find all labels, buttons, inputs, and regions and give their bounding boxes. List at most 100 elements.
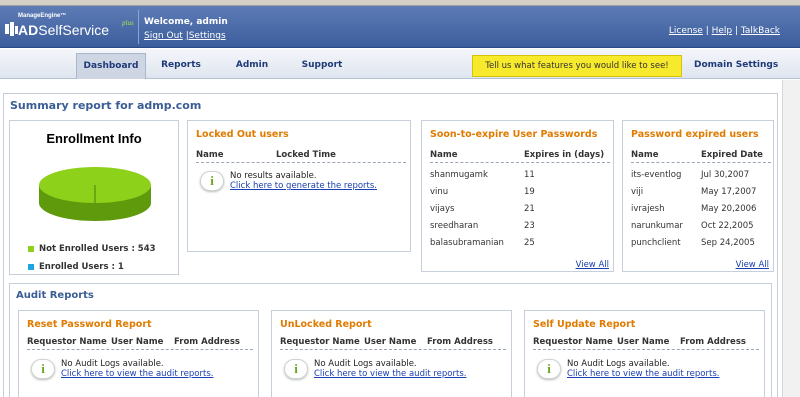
expire-view-all-link[interactable]: View All [576, 260, 609, 270]
legend-not-enrolled: Not Enrolled Users : 543 [28, 244, 156, 254]
list-item: narunkumar [631, 221, 683, 231]
legend-enrolled: Enrolled Users : 1 [28, 262, 124, 272]
summary-title: Summary report for admp.com [10, 99, 202, 112]
col-requestor-name: Requestor Name [27, 337, 107, 347]
unlocked-report-panel: UnLocked Report Requestor Name User Name… [271, 310, 512, 397]
list-item: sreedharan [430, 221, 479, 231]
welcome-text: Welcome, admin [144, 17, 228, 27]
legend-swatch-blue [28, 263, 34, 270]
reset-password-title: Reset Password Report [27, 319, 152, 330]
view-audit-reports-link[interactable]: Click here to view the audit reports. [61, 369, 213, 379]
col-from-address: From Address [427, 337, 493, 347]
list-item: viji [631, 187, 644, 197]
list-item-value: Sep 24,2005 [701, 238, 755, 248]
expire-col-name: Name [430, 150, 458, 160]
view-audit-reports-link[interactable]: Click here to view the audit reports. [567, 369, 719, 379]
unlocked-title: UnLocked Report [280, 319, 372, 330]
audit-reports-section: Audit Reports Reset Password Report Requ… [9, 283, 772, 397]
top-links: License | Help | TalkBack [668, 26, 780, 36]
info-icon: i [200, 171, 224, 191]
talkback-link[interactable]: TalkBack [741, 26, 780, 36]
info-icon: i [284, 359, 308, 379]
tab-dashboard[interactable]: Dashboard [76, 53, 146, 79]
enrollment-title: Enrollment Info [46, 131, 142, 146]
expired-col-name: Name [631, 150, 659, 160]
audit-message: i No Audit Logs available. Click here to… [31, 359, 213, 379]
self-update-report-panel: Self Update Report Requestor Name User N… [524, 310, 765, 397]
app-header: ManageEngine™ ADSelfService plus Welcome… [0, 6, 800, 48]
audit-msg-text: No Audit Logs available. [567, 359, 670, 369]
locked-out-panel: Locked Out users Name Locked Time i No r… [187, 120, 411, 252]
list-item: its-eventlog [631, 170, 682, 180]
enrollment-panel: Enrollment Info Not Enrolled Users : 543… [9, 120, 179, 275]
list-item: vijays [430, 204, 455, 214]
sign-out-link[interactable]: Sign Out [144, 31, 183, 41]
feature-request-banner[interactable]: Tell us what features you would like to … [472, 55, 682, 77]
info-icon: i [537, 359, 561, 379]
audit-divider [27, 349, 253, 350]
list-item-value: 21 [524, 204, 535, 214]
locked-msg-text: No results available. [230, 171, 317, 181]
legend-swatch-green [28, 245, 34, 252]
header-divider [138, 10, 139, 44]
expired-view-all-link[interactable]: View All [736, 260, 769, 270]
view-audit-reports-link[interactable]: Click here to view the audit reports. [314, 369, 466, 379]
brand-plus: plus [122, 19, 134, 27]
audit-message: i No Audit Logs available. Click here to… [284, 359, 466, 379]
info-icon: i [31, 359, 55, 379]
audit-divider [280, 349, 506, 350]
audit-message: i No Audit Logs available. Click here to… [537, 359, 719, 379]
col-from-address: From Address [174, 337, 240, 347]
list-item-value: Jul 30,2007 [701, 170, 750, 180]
col-from-address: From Address [680, 337, 746, 347]
col-user-name: User Name [617, 337, 670, 347]
help-link[interactable]: Help [712, 26, 733, 36]
list-item-value: 11 [524, 170, 535, 180]
expire-col-days: Expires in (days) [524, 150, 605, 160]
list-item-value: 19 [524, 187, 535, 197]
expired-title: Password expired users [631, 129, 759, 140]
list-item: balasubramanian [430, 238, 504, 248]
generate-reports-link[interactable]: Click here to generate the reports. [230, 181, 377, 191]
adselfservice-logo[interactable]: ManageEngine™ ADSelfService plus [4, 11, 137, 45]
expired-col-date: Expired Date [701, 150, 763, 160]
expire-title: Soon-to-expire User Passwords [430, 129, 598, 140]
window-scroll-edge[interactable] [782, 80, 800, 397]
settings-link[interactable]: |Settings [186, 31, 226, 41]
audit-reports-title: Audit Reports [16, 290, 94, 301]
license-link[interactable]: License [669, 26, 703, 36]
list-item-value: 23 [524, 221, 535, 231]
list-item: shanmugamk [430, 170, 488, 180]
locked-divider [196, 162, 406, 163]
domain-settings-link[interactable]: Domain Settings [694, 55, 778, 77]
logo-icon [5, 22, 18, 36]
expired-divider [631, 162, 771, 163]
locked-col-name: Name [196, 150, 224, 160]
nav-bar: Dashboard Reports Admin Support Tell us … [0, 49, 800, 79]
password-expired-panel: Password expired users Name Expired Date… [622, 120, 774, 272]
reset-password-report-panel: Reset Password Report Requestor Name Use… [18, 310, 259, 397]
brand-manageengine: ManageEngine™ [18, 13, 67, 19]
locked-col-time: Locked Time [276, 150, 336, 160]
list-item: vinu [430, 187, 449, 197]
brand-product-name: ADSelfService [18, 22, 110, 38]
audit-divider [533, 349, 759, 350]
enrollment-pie-chart [39, 167, 151, 221]
soon-to-expire-panel: Soon-to-expire User Passwords Name Expir… [421, 120, 614, 272]
col-requestor-name: Requestor Name [533, 337, 613, 347]
list-item-value: May 20,2006 [701, 204, 757, 214]
list-item-value: May 17,2007 [701, 187, 757, 197]
audit-msg-text: No Audit Logs available. [314, 359, 417, 369]
list-item: punchclient [631, 238, 681, 248]
list-item-value: 25 [524, 238, 535, 248]
col-user-name: User Name [111, 337, 164, 347]
list-item: ivrajesh [631, 204, 665, 214]
expire-divider [430, 162, 610, 163]
tab-reports[interactable]: Reports [150, 53, 212, 79]
tab-support[interactable]: Support [288, 53, 356, 79]
self-update-title: Self Update Report [533, 319, 636, 330]
tab-admin[interactable]: Admin [222, 53, 282, 79]
locked-out-title: Locked Out users [196, 129, 289, 140]
locked-message: i No results available. Click here to ge… [200, 171, 377, 191]
col-user-name: User Name [364, 337, 417, 347]
